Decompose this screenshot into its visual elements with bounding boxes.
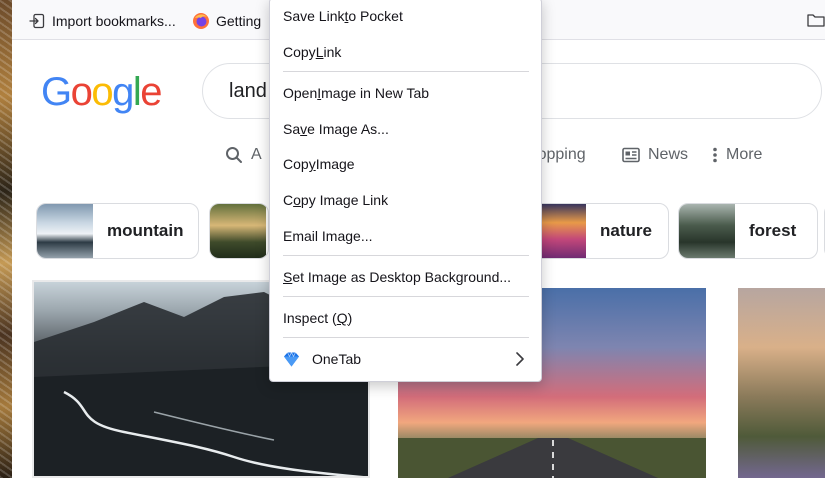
more-vert-icon xyxy=(713,147,717,163)
search-query: land xyxy=(229,80,267,102)
menu-copy-image[interactable]: Cop y Image xyxy=(270,147,541,181)
chip-mountain-thumbnail xyxy=(37,204,93,258)
menu-text: Copy xyxy=(283,44,316,60)
bookmark-import-label: Import bookmarks... xyxy=(52,13,176,29)
menu-text: py Image Link xyxy=(300,192,389,208)
menu-save-link-to-pocket[interactable]: Save Link to Pocket xyxy=(270,0,541,33)
tab-news[interactable]: News xyxy=(622,146,688,164)
menu-email-image[interactable]: Email Ima g e... xyxy=(270,219,541,253)
search-icon xyxy=(226,147,242,163)
folder-icon[interactable] xyxy=(807,12,825,28)
chip-lake-thumbnail xyxy=(210,204,266,258)
browser-window: Import bookmarks... Getting Google land xyxy=(12,0,825,478)
logo-letter: g xyxy=(112,70,134,114)
menu-accesskey: Q xyxy=(336,310,348,326)
menu-text: Inspect ( xyxy=(283,310,337,326)
logo-letter: l xyxy=(132,70,142,114)
menu-accesskey: y xyxy=(308,156,316,172)
bookmark-import[interactable]: Import bookmarks... xyxy=(28,11,176,31)
menu-text: ink xyxy=(323,44,342,60)
menu-accesskey: g xyxy=(345,228,354,244)
tab-news-label: News xyxy=(648,146,689,163)
menu-text: Email Ima xyxy=(283,228,346,244)
menu-text: Cop xyxy=(283,156,309,172)
news-icon xyxy=(622,147,640,163)
tab-more-label: More xyxy=(726,146,763,163)
bookmark-getting-started[interactable]: Getting xyxy=(192,11,262,31)
menu-accesskey: L xyxy=(315,44,324,60)
firefox-icon xyxy=(192,12,210,30)
menu-separator xyxy=(283,337,529,338)
menu-text: Open xyxy=(283,85,318,101)
menu-accesskey: o xyxy=(293,192,301,208)
menu-inspect[interactable]: Inspect (Q) xyxy=(270,301,541,335)
onetab-icon xyxy=(284,351,299,366)
chip-forest-thumbnail xyxy=(679,204,735,258)
menu-accesskey: v xyxy=(300,121,308,137)
menu-copy-link[interactable]: Copy Link xyxy=(270,35,541,69)
chip-nature[interactable]: nature xyxy=(529,203,669,259)
tab-all-label: A xyxy=(251,146,262,163)
tab-all[interactable]: A xyxy=(225,146,262,164)
import-icon xyxy=(28,12,46,30)
menu-separator xyxy=(283,71,529,72)
tab-more[interactable]: More xyxy=(712,146,762,164)
menu-text: o Pocket xyxy=(348,8,403,24)
menu-separator xyxy=(283,255,529,256)
menu-text: C xyxy=(283,192,294,208)
menu-text: e Image As... xyxy=(307,121,389,137)
menu-copy-image-link[interactable]: Co py Image Link xyxy=(270,183,541,217)
menu-open-image-new-tab[interactable]: Open Image in New Tab xyxy=(270,76,541,110)
desktop-wallpaper xyxy=(0,0,12,478)
logo-letter: o xyxy=(70,70,93,114)
result-image-flowers[interactable] xyxy=(738,288,825,478)
chip-lake[interactable] xyxy=(209,203,269,259)
menu-onetab[interactable]: OneTab xyxy=(270,342,541,376)
context-menu: Save Link to Pocket Copy Link Open Image… xyxy=(269,0,542,382)
logo-letter: o xyxy=(91,70,113,114)
menu-text: mage in New Tab xyxy=(321,85,430,101)
result-image-flowers-photo xyxy=(738,288,825,478)
menu-separator xyxy=(283,296,529,297)
bookmark-getting-label: Getting xyxy=(216,13,262,29)
logo-letter: e xyxy=(140,70,162,114)
chip-forest-label: forest xyxy=(749,221,797,240)
menu-text: Save Link xyxy=(283,8,345,24)
logo-letter: G xyxy=(41,70,72,114)
chip-nature-label: nature xyxy=(600,221,652,240)
chevron-right-icon xyxy=(516,352,524,366)
chip-mountain-label: mountain xyxy=(107,221,184,240)
menu-text: ) xyxy=(347,310,353,326)
menu-text: Image xyxy=(315,156,355,172)
google-logo[interactable]: Google xyxy=(41,70,162,114)
menu-set-desktop-background[interactable]: Set Image as Desktop Background... xyxy=(270,260,541,294)
chip-mountain[interactable]: mountain xyxy=(36,203,199,259)
chip-forest[interactable]: forest xyxy=(678,203,818,259)
menu-accesskey: S xyxy=(283,269,293,285)
menu-text: et Image as Desktop Background... xyxy=(292,269,512,285)
menu-text: e... xyxy=(353,228,373,244)
menu-save-image-as[interactable]: Sa v e Image As... xyxy=(270,112,541,146)
menu-text: Sa xyxy=(283,121,301,137)
menu-text: OneTab xyxy=(312,351,362,367)
